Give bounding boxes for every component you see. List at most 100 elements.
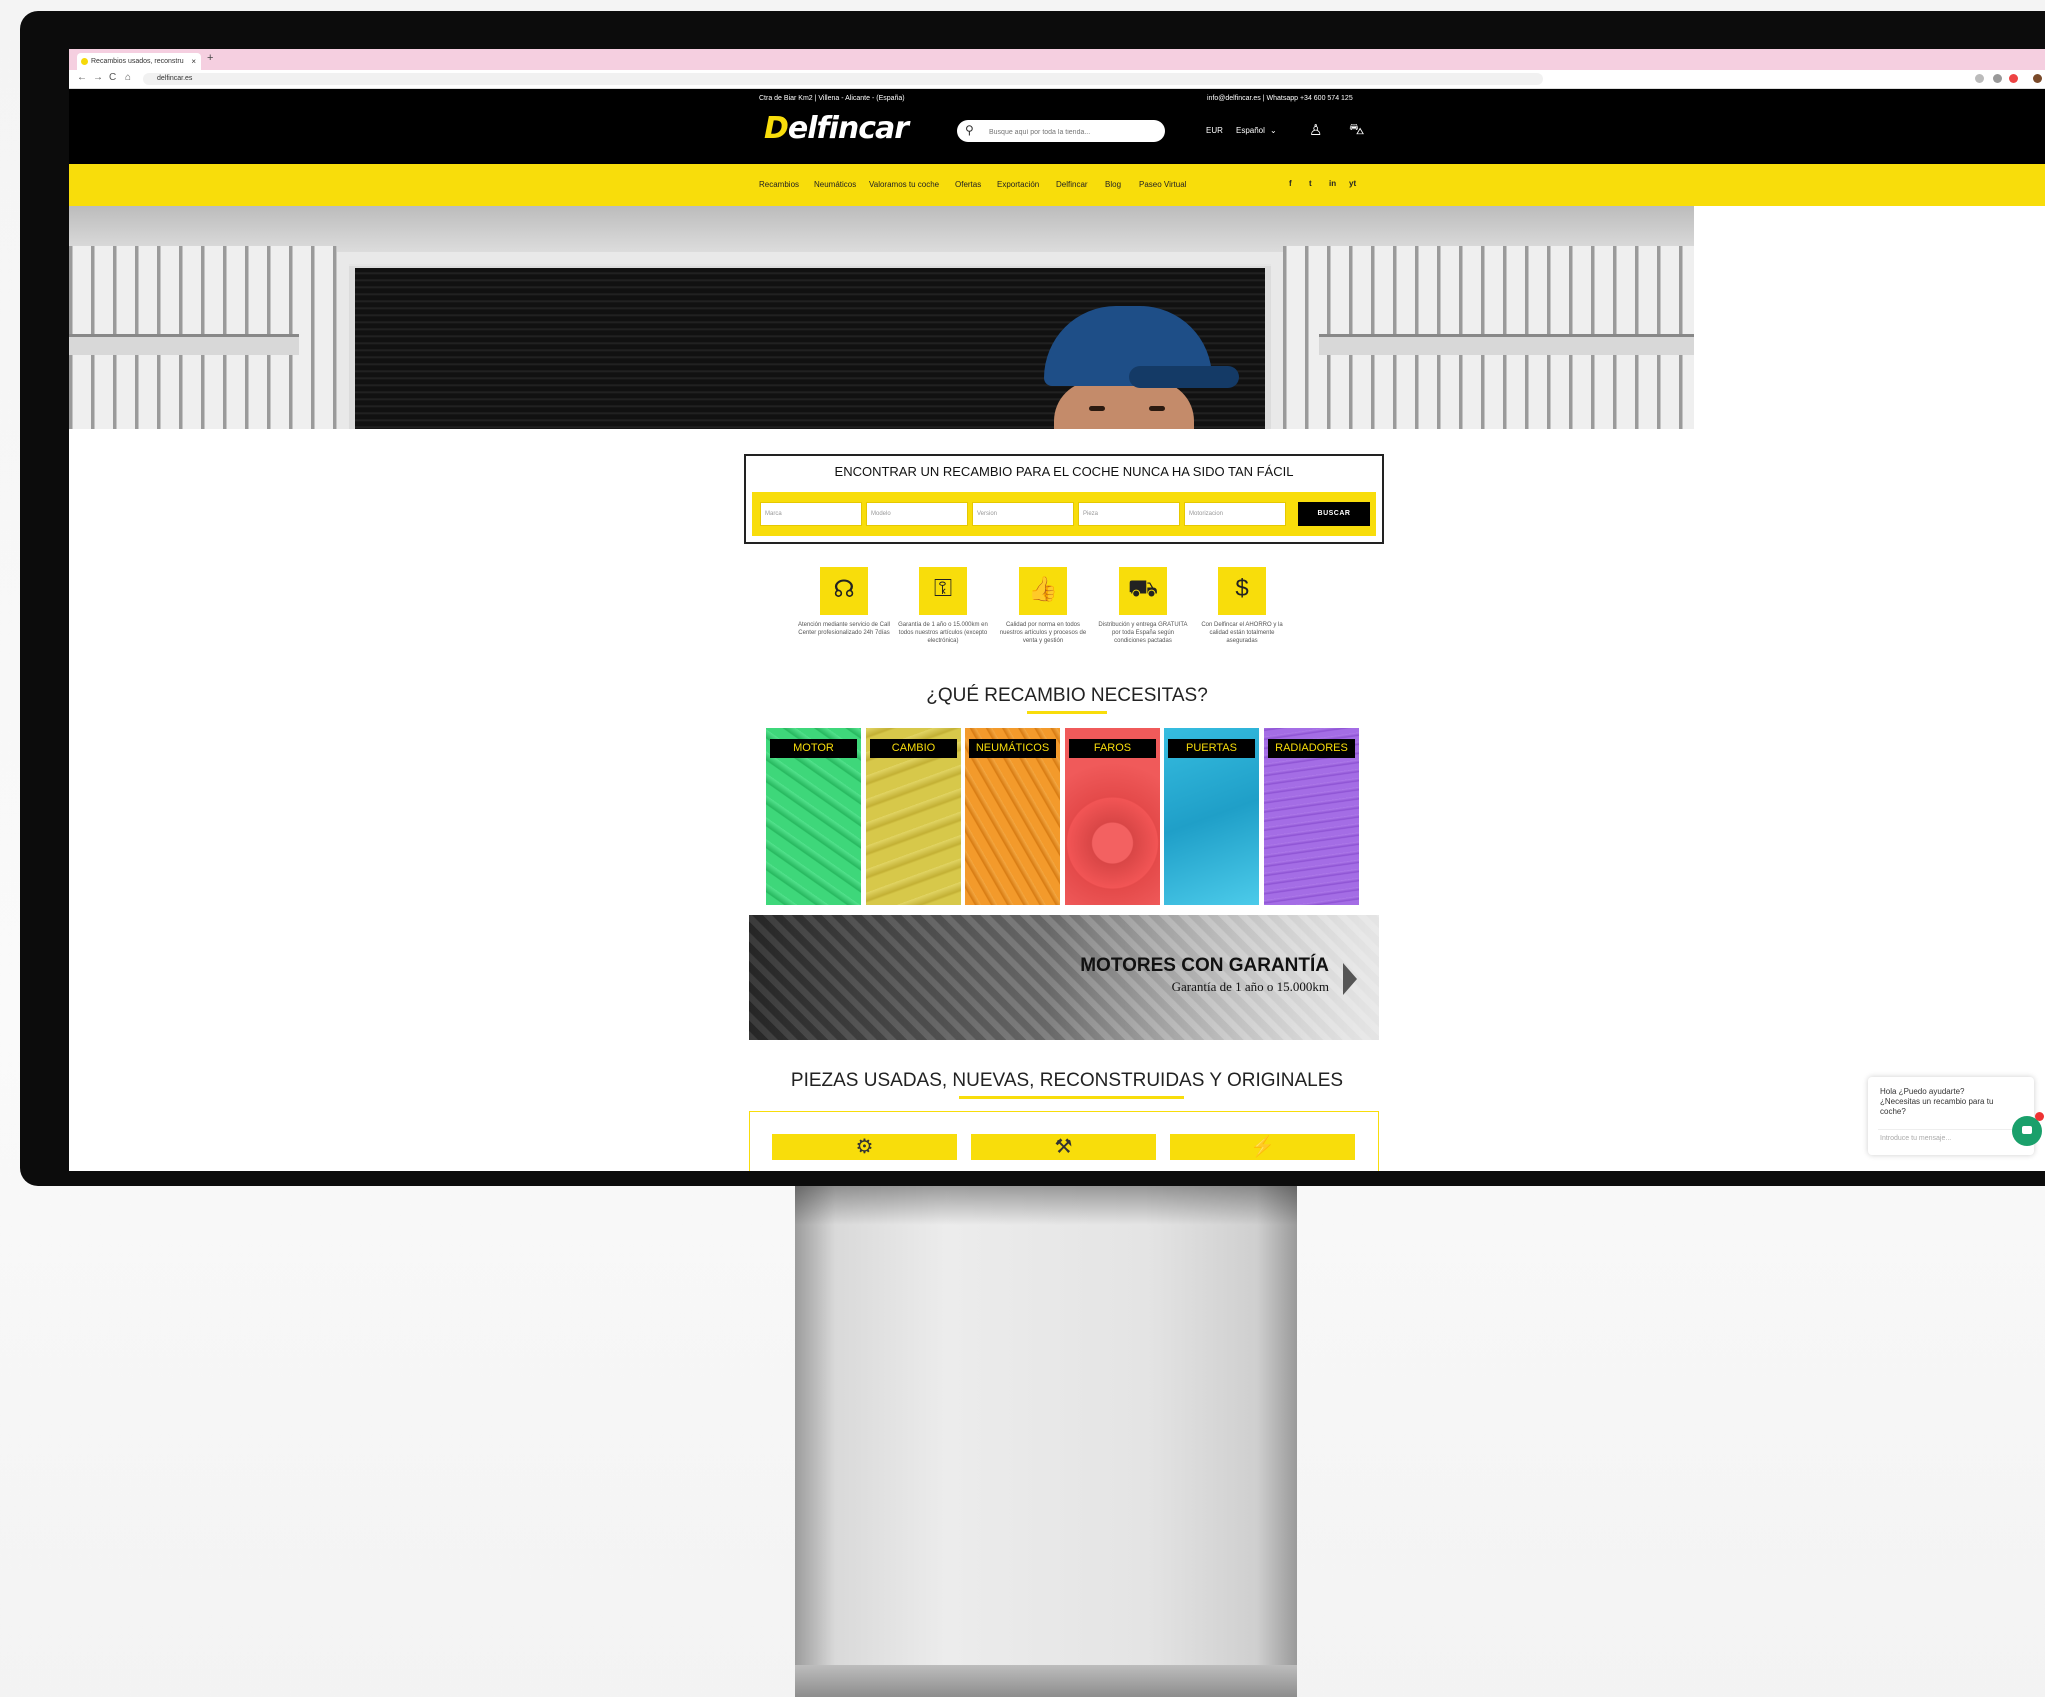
version-field[interactable]: Version (972, 502, 1074, 526)
site-logo[interactable]: Delfincar (764, 111, 909, 146)
category-puertas[interactable]: PUERTAS (1164, 728, 1259, 905)
language-selector[interactable]: Español (1236, 126, 1265, 135)
piggy-bank-icon: $ (1218, 567, 1266, 615)
spark-plug-icon: ⚡ (1250, 1136, 1275, 1158)
extension-icon[interactable] (1993, 74, 2002, 83)
youtube-icon[interactable]: yt (1349, 179, 1356, 188)
nav-item-valoramos[interactable]: Valoramos tu coche (869, 180, 939, 189)
home-icon[interactable]: ⌂ (125, 72, 131, 83)
headset-icon: ☊ (820, 567, 868, 615)
user-account-icon[interactable]: ♙ (1309, 121, 1322, 139)
title-underline (959, 1096, 1184, 1099)
feature-text: Calidad por norma en todos nuestros artí… (999, 622, 1087, 644)
category-label: CAMBIO (870, 739, 957, 758)
rebuilt-parts-card[interactable]: ⚡ (1170, 1134, 1355, 1160)
browser-window: Recambios usados, reconstru × + ← → C ⌂ … (69, 49, 2045, 1171)
back-icon[interactable]: ← (77, 72, 87, 83)
category-radiadores[interactable]: RADIADORES (1264, 728, 1359, 905)
engines-warranty-banner[interactable]: MOTORES CON GARANTÍA Garantía de 1 año o… (749, 915, 1379, 1040)
stand-foot (795, 1665, 1297, 1697)
nav-item-ofertas[interactable]: Ofertas (955, 180, 981, 189)
tab-title: Recambios usados, reconstru (91, 58, 184, 65)
category-label: MOTOR (770, 739, 857, 758)
nav-item-exportacion[interactable]: Exportación (997, 180, 1039, 189)
feature-item: ⚿ Garantía de 1 año o 15.000km en todos … (896, 567, 990, 645)
category-motor[interactable]: MOTOR (766, 728, 861, 905)
url-field[interactable]: delfincar.es (143, 73, 1543, 85)
address-line: Ctra de Biar Km2 | Villena - Alicante - … (759, 95, 905, 102)
address-bar-row: ← → C ⌂ delfincar.es (69, 70, 2045, 89)
new-parts-card[interactable]: ⚒ (971, 1134, 1156, 1160)
hero-banner[interactable] (69, 206, 1694, 429)
nav-item-recambios[interactable]: Recambios (759, 180, 799, 189)
extension-icon[interactable] (2009, 74, 2018, 83)
parts-panel: ⚙ ⚒ ⚡ (749, 1111, 1379, 1171)
forward-icon[interactable]: → (93, 72, 103, 83)
engine-part-icon: ⚙ (855, 1136, 874, 1158)
currency-selector[interactable]: EUR (1206, 126, 1223, 135)
site-search[interactable]: ⚲ (957, 120, 1165, 142)
parts-title: PIEZAS USADAS, NUEVAS, RECONSTRUIDAS Y O… (790, 1070, 1344, 1091)
banner-fade (1049, 915, 1379, 1040)
new-tab-button[interactable]: + (207, 52, 213, 64)
browser-tab[interactable]: Recambios usados, reconstru × (77, 53, 201, 70)
part-finder: ENCONTRAR UN RECAMBIO PARA EL COCHE NUNC… (744, 454, 1384, 544)
feature-item: $ Con Delfincar el AHORRO y la calidad e… (1195, 567, 1289, 645)
linkedin-icon[interactable]: in (1329, 179, 1336, 188)
chat-input[interactable]: Introduce tu mensaje... (1880, 1135, 1951, 1142)
contact-line[interactable]: info@delfincar.es | Whatsapp +34 600 574… (1207, 95, 1353, 102)
feature-item: 👍 Calidad por norma en todos nuestros ar… (996, 567, 1090, 645)
favicon-icon (81, 58, 88, 65)
chat-widget[interactable]: Hola ¿Puedo ayudarte? ¿Necesitas un reca… (1868, 1077, 2034, 1155)
category-faros[interactable]: FAROS (1065, 728, 1160, 905)
feature-text: Con Delfincar el AHORRO y la calidad est… (1201, 622, 1283, 644)
facebook-icon[interactable]: f (1289, 179, 1292, 188)
search-button[interactable]: BUSCAR (1298, 502, 1370, 526)
monitor-stand (795, 1185, 1297, 1697)
hero-mechanic (1089, 406, 1105, 411)
banner-subtitle: Garantía de 1 año o 15.000km (1171, 979, 1329, 994)
feature-text: Garantía de 1 año o 15.000km en todos nu… (898, 622, 988, 644)
divider (1878, 1129, 2018, 1130)
search-input[interactable] (987, 124, 1161, 140)
brand-field[interactable]: Marca (760, 502, 862, 526)
stand-shadow (795, 1185, 1297, 1225)
category-label: PUERTAS (1168, 739, 1255, 758)
nav-item-blog[interactable]: Blog (1105, 180, 1121, 189)
categories-title: ¿QUÉ RECAMBIO NECESITAS? (926, 685, 1208, 706)
hero-mechanic-cap (1129, 366, 1239, 388)
thumbs-up-icon: 👍 (1019, 567, 1067, 615)
monitor-bezel: Recambios usados, reconstru × + ← → C ⌂ … (20, 11, 2045, 1186)
twitter-icon[interactable]: t (1309, 179, 1312, 188)
engine-field[interactable]: Motorizacion (1184, 502, 1286, 526)
nav-item-delfincar[interactable]: Delfincar (1056, 180, 1088, 189)
close-tab-icon[interactable]: × (191, 53, 196, 70)
banner-title: MOTORES CON GARANTÍA (1080, 955, 1329, 976)
certificate-icon: ⚿ (919, 567, 967, 615)
model-field[interactable]: Modelo (866, 502, 968, 526)
used-parts-card[interactable]: ⚙ (772, 1134, 957, 1160)
suspension-part-icon: ⚒ (1054, 1136, 1073, 1158)
feature-item: ☊ Atención mediante servicio de Call Cen… (797, 567, 891, 637)
chat-message: Hola ¿Puedo ayudarte? ¿Necesitas un reca… (1880, 1087, 1994, 1116)
reload-icon[interactable]: C (109, 72, 116, 83)
nav-item-neumaticos[interactable]: Neumáticos (814, 180, 856, 189)
cart-icon[interactable]: ⛍ (1349, 121, 1364, 140)
title-underline (1027, 711, 1107, 714)
chevron-down-icon[interactable]: ⌄ (1270, 126, 1277, 135)
category-cambio[interactable]: CAMBIO (866, 728, 961, 905)
part-field[interactable]: Pieza (1078, 502, 1180, 526)
arrow-right-icon[interactable] (1343, 963, 1357, 995)
site-header: Ctra de Biar Km2 | Villena - Alicante - … (69, 89, 2045, 164)
category-label: RADIADORES (1268, 739, 1355, 758)
notification-badge (2035, 1112, 2044, 1121)
feature-item: ⛟ Distribución y entrega GRATUITA por to… (1096, 567, 1190, 645)
bookmark-star-icon[interactable] (1975, 74, 1984, 83)
profile-avatar[interactable] (2033, 74, 2042, 83)
hero-shelf (1319, 334, 1694, 355)
hero-shelf (69, 334, 299, 355)
category-neumaticos[interactable]: NEUMÁTICOS (965, 728, 1060, 905)
search-icon[interactable]: ⚲ (965, 123, 974, 137)
category-label: NEUMÁTICOS (969, 739, 1056, 758)
nav-item-paseo-virtual[interactable]: Paseo Virtual (1139, 180, 1186, 189)
